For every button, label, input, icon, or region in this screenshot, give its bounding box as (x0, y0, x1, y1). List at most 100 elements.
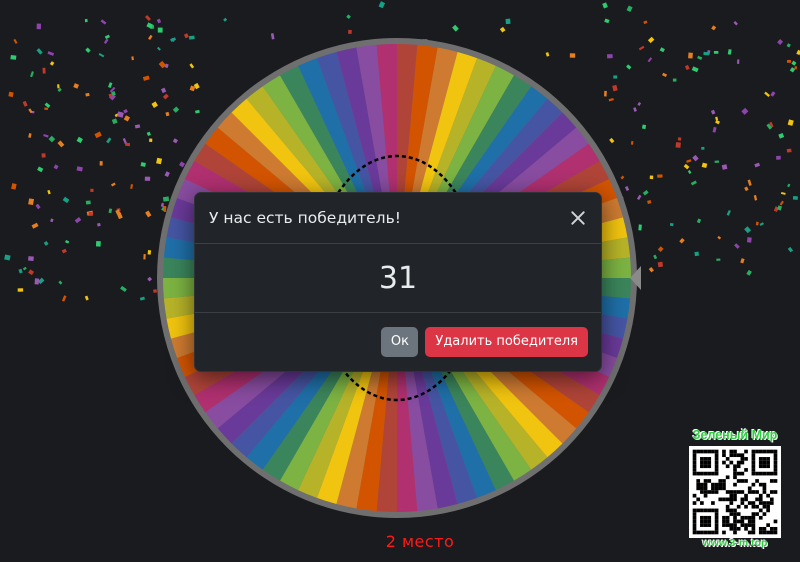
confetti-piece (686, 159, 692, 163)
confetti-piece (85, 47, 91, 53)
confetti-piece (716, 258, 721, 261)
confetti-piece (73, 83, 80, 89)
confetti-piece (148, 34, 153, 40)
confetti-piece (158, 60, 167, 69)
confetti-piece (74, 217, 82, 224)
confetti-piece (172, 138, 179, 144)
confetti-piece (28, 256, 34, 262)
confetti-piece (94, 131, 102, 139)
confetti-piece (49, 61, 55, 66)
confetti-piece (740, 258, 745, 264)
confetti-piece (22, 266, 27, 271)
confetti-piece (162, 196, 170, 202)
confetti-piece (647, 199, 652, 205)
confetti-piece (499, 26, 506, 33)
confetti-piece (669, 222, 674, 227)
confetti-piece (715, 119, 721, 125)
confetti-piece (41, 153, 46, 158)
confetti-piece (727, 49, 732, 55)
watermark-url: www.3-m.top (702, 537, 768, 549)
confetti-piece (57, 87, 62, 93)
confetti-piece (346, 14, 351, 20)
confetti-piece (104, 34, 111, 40)
close-icon[interactable] (569, 209, 587, 227)
confetti-piece (701, 146, 705, 150)
confetti-piece (717, 235, 722, 240)
confetti-piece (165, 111, 170, 117)
confetti-piece (721, 164, 728, 170)
confetti-piece (649, 175, 654, 180)
remove-winner-button[interactable]: Удалить победителя (425, 326, 588, 357)
confetti-piece (130, 184, 134, 189)
confetti-piece (111, 118, 118, 125)
confetti-piece (647, 36, 655, 44)
confetti-piece (770, 91, 776, 97)
confetti-piece (786, 59, 791, 63)
confetti-piece (741, 107, 749, 115)
confetti-piece (787, 183, 791, 188)
confetti-piece (647, 57, 653, 63)
confetti-piece (747, 179, 752, 186)
confetti-piece (103, 38, 109, 45)
confetti-piece (677, 137, 682, 141)
confetti-piece (653, 254, 658, 260)
confetti-piece (108, 208, 113, 214)
confetti-piece (713, 50, 719, 54)
confetti-piece (156, 157, 163, 165)
watermark-title: Зеленый Мир (692, 428, 778, 442)
confetti-piece (120, 285, 127, 293)
confetti-piece (61, 248, 67, 254)
confetti-piece (679, 237, 685, 244)
confetti-piece (733, 20, 738, 26)
confetti-piece (10, 55, 17, 60)
confetti-piece (162, 93, 169, 100)
confetti-piece (123, 115, 131, 122)
confetti-piece (754, 162, 761, 168)
confetti-piece (99, 161, 103, 166)
dialog-body: 31 (195, 244, 601, 313)
confetti-piece (712, 126, 717, 133)
confetti-piece (11, 183, 17, 190)
confetti-piece (57, 140, 65, 148)
confetti-piece (43, 240, 49, 246)
confetti-piece (36, 48, 43, 55)
winner-value: 31 (378, 260, 418, 296)
confetti-piece (638, 224, 642, 231)
confetti-piece (378, 1, 386, 9)
confetti-piece (755, 221, 759, 226)
confetti-piece (780, 191, 786, 195)
confetti-piece (131, 56, 134, 61)
confetti-piece (710, 109, 716, 115)
confetti-piece (777, 205, 783, 211)
confetti-piece (65, 240, 70, 244)
confetti-piece (37, 166, 44, 173)
confetti-piece (30, 71, 34, 78)
confetti-piece (672, 78, 677, 82)
confetti-piece (189, 85, 196, 92)
confetti-piece (726, 209, 731, 216)
confetti-piece (90, 188, 94, 192)
confetti-piece (657, 261, 664, 268)
confetti-piece (183, 33, 189, 39)
confetti-piece (794, 66, 798, 70)
confetti-piece (764, 91, 770, 98)
confetti-piece (642, 190, 649, 196)
confetti-piece (188, 35, 195, 40)
confetti-piece (778, 132, 785, 139)
confetti-piece (35, 203, 41, 210)
confetti-piece (31, 222, 39, 229)
confetti-piece (47, 189, 51, 195)
confetti-piece (160, 87, 167, 94)
ok-button[interactable]: Ок (381, 326, 419, 357)
confetti-piece (61, 295, 67, 302)
confetti-piece (789, 67, 796, 73)
confetti-piece (270, 33, 275, 40)
confetti-piece (85, 200, 91, 205)
confetti-piece (157, 27, 163, 33)
confetti-piece (638, 45, 645, 51)
confetti-piece (117, 111, 124, 118)
confetti-piece (85, 92, 90, 97)
confetti-piece (746, 269, 752, 276)
confetti-piece (633, 107, 637, 112)
confetti-piece (609, 137, 615, 144)
